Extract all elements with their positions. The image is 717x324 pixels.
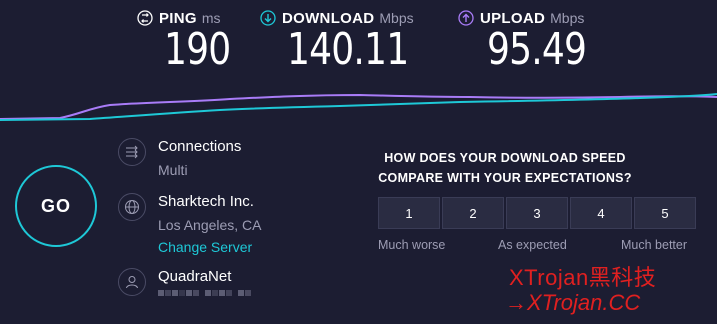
server-location: Los Angeles, CA	[158, 217, 262, 233]
scale-low-label: Much worse	[378, 238, 446, 252]
upload-arrow-icon	[458, 10, 474, 26]
watermark-url: →XTrojan.CC	[505, 290, 641, 315]
connections-title: Connections	[158, 138, 242, 155]
rating-option-1[interactable]: 1	[378, 197, 440, 229]
redacted-ip-address	[158, 290, 251, 296]
go-button[interactable]: GO	[15, 165, 97, 247]
download-arrow-icon	[260, 10, 276, 26]
upload-value: 95.49	[487, 24, 587, 75]
rating-option-4[interactable]: 4	[570, 197, 632, 229]
rating-scale: 1 2 3 4 5	[378, 197, 696, 229]
ping-value: 190	[164, 24, 231, 75]
provider-name: QuadraNet	[158, 268, 232, 285]
speed-graph	[0, 93, 717, 121]
connections-mode: Multi	[158, 162, 188, 178]
rating-option-2[interactable]: 2	[442, 197, 504, 229]
scale-high-label: Much better	[621, 238, 688, 252]
server-name: Sharktech Inc.	[158, 193, 254, 210]
person-icon	[118, 268, 146, 296]
change-server-link[interactable]: Change Server	[158, 239, 252, 255]
go-button-label: GO	[40, 195, 71, 216]
scale-mid-label: As expected	[498, 238, 567, 252]
ping-arrows-icon	[137, 10, 153, 26]
globe-icon	[118, 193, 146, 221]
connections-arrows-icon[interactable]	[118, 138, 146, 166]
rating-option-5[interactable]: 5	[634, 197, 696, 229]
rating-option-3[interactable]: 3	[506, 197, 568, 229]
download-value: 140.11	[287, 24, 409, 75]
watermark-title: XTrojan黑科技	[509, 265, 657, 290]
survey-question: HOW DOES YOUR DOWNLOAD SPEED COMPARE WIT…	[378, 151, 632, 185]
